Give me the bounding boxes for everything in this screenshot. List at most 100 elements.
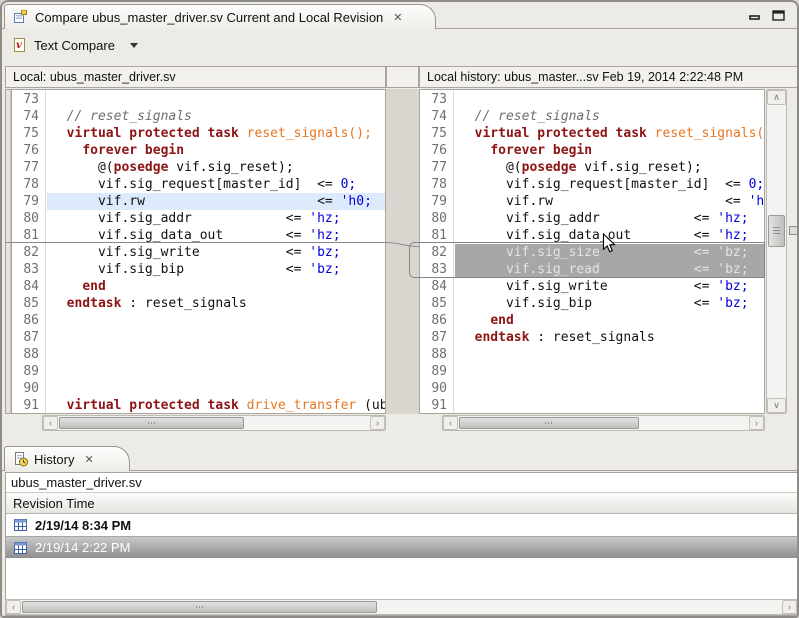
code-line[interactable]: end (455, 312, 764, 329)
compare-minmax (749, 10, 785, 21)
line-number: 87 (420, 329, 452, 346)
revision-time-column-header[interactable]: Revision Time (6, 492, 797, 514)
code-line[interactable]: vif.sig_addr <= 'hz; (455, 210, 764, 227)
code-line[interactable]: endtask : reset_signals (455, 329, 764, 346)
viewer-selector[interactable]: v Text Compare (12, 37, 138, 53)
right-code-lines[interactable]: // reset_signals virtual protected task … (455, 91, 764, 414)
code-line[interactable]: vif.sig_request[master_id] <= 0; (47, 176, 385, 193)
overview-ruler[interactable] (788, 89, 798, 414)
history-file-label: ubus_master_driver.sv (6, 473, 797, 492)
line-number: 83 (420, 261, 452, 278)
code-line[interactable]: // reset_signals (47, 108, 385, 125)
code-line[interactable]: vif.sig_addr <= 'hz; (47, 210, 385, 227)
left-hscroll-thumb[interactable] (59, 417, 244, 429)
code-line[interactable] (455, 397, 764, 414)
history-hscroll-right-button[interactable]: › (782, 600, 797, 614)
viewer-dropdown-icon[interactable] (130, 43, 138, 48)
maximize-icon[interactable] (772, 10, 785, 21)
left-number-separator (45, 90, 46, 413)
code-line[interactable]: virtual protected task reset_signals(); (455, 125, 764, 142)
line-number: 73 (12, 91, 44, 108)
left-code-pane[interactable]: 73747576777879808182838485868788899091 /… (11, 89, 386, 414)
eclipse-window: Compare ubus_master_driver.sv Current an… (0, 0, 799, 618)
compare-editor-icon (13, 9, 29, 25)
compare-editor-tab[interactable]: Compare ubus_master_driver.sv Current an… (4, 4, 436, 29)
right-hscroll-left-button[interactable]: ‹ (443, 416, 458, 430)
code-line[interactable]: vif.sig_request[master_id] <= 0; (455, 176, 764, 193)
line-number: 84 (12, 278, 44, 295)
vertical-scrollbar-thumb[interactable] (768, 215, 785, 247)
code-line[interactable] (47, 363, 385, 380)
code-line[interactable] (47, 329, 385, 346)
revision-time: 2/19/14 2:22 PM (35, 540, 130, 555)
revision-row[interactable]: 2/19/14 8:34 PM (6, 514, 797, 536)
svg-text:v: v (16, 40, 22, 51)
history-tab[interactable]: History ✕ (4, 446, 130, 471)
right-code-pane[interactable]: 73747576777879808182838485868788899091 /… (419, 89, 765, 414)
line-number: 87 (12, 329, 44, 346)
left-hscroll-right-button[interactable]: › (370, 416, 385, 430)
vertical-scrollbar[interactable]: ∧ ∨ (766, 89, 787, 414)
code-line[interactable]: vif.sig_data_out <= 'hz; (455, 227, 764, 244)
code-line[interactable]: vif.sig_write <= 'bz; (47, 244, 385, 261)
code-line[interactable]: vif.sig_bip <= 'bz; (47, 261, 385, 278)
code-line[interactable]: vif.sig_size <= 'bz; (455, 244, 764, 261)
line-number: 77 (12, 159, 44, 176)
left-hscroll-left-button[interactable]: ‹ (43, 416, 58, 430)
history-hscroll-thumb[interactable] (22, 601, 377, 613)
code-line[interactable] (455, 91, 764, 108)
code-line[interactable]: // reset_signals (455, 108, 764, 125)
history-hscroll-left-button[interactable]: ‹ (6, 600, 21, 614)
line-number: 75 (420, 125, 452, 142)
right-hscroll-thumb[interactable] (459, 417, 639, 429)
overview-diff-marker[interactable] (789, 226, 798, 235)
history-horizontal-scrollbar[interactable]: ‹ › (5, 599, 798, 615)
code-line[interactable]: vif.sig_read <= 'bz; (455, 261, 764, 278)
code-line[interactable]: vif.sig_bip <= 'bz; (455, 295, 764, 312)
line-number: 75 (12, 125, 44, 142)
right-horizontal-scrollbar[interactable]: ‹ › (442, 415, 765, 431)
line-number: 91 (420, 397, 452, 414)
left-insertion-line (11, 242, 386, 243)
code-line[interactable]: end (47, 278, 385, 295)
left-code-lines[interactable]: // reset_signals virtual protected task … (47, 91, 385, 414)
line-number: 74 (420, 108, 452, 125)
minimize-icon[interactable] (749, 10, 762, 21)
code-line[interactable] (455, 363, 764, 380)
code-line[interactable]: forever begin (455, 142, 764, 159)
code-line[interactable]: endtask : reset_signals (47, 295, 385, 312)
code-line[interactable] (455, 380, 764, 397)
code-line[interactable]: vif.rw <= 'h0; (455, 193, 764, 210)
line-number: 90 (420, 380, 452, 397)
code-line[interactable]: @(posedge vif.sig_reset); (455, 159, 764, 176)
revision-icon (14, 519, 27, 531)
compare-tab-close-icon[interactable]: ✕ (393, 11, 402, 24)
right-hscroll-right-button[interactable]: › (749, 416, 764, 430)
code-line[interactable]: @(posedge vif.sig_reset); (47, 159, 385, 176)
code-line[interactable] (47, 91, 385, 108)
line-number: 88 (12, 346, 44, 363)
code-line[interactable] (455, 346, 764, 363)
code-line[interactable]: vif.sig_write <= 'bz; (455, 278, 764, 295)
line-number: 79 (12, 193, 44, 210)
code-line[interactable]: virtual protected task reset_signals(); (47, 125, 385, 142)
left-horizontal-scrollbar[interactable]: ‹ › (42, 415, 386, 431)
line-number: 76 (420, 142, 452, 159)
history-tab-close-icon[interactable]: ✕ (84, 453, 93, 466)
code-line[interactable]: forever begin (47, 142, 385, 159)
line-number: 86 (12, 312, 44, 329)
code-line[interactable] (47, 346, 385, 363)
scroll-down-button[interactable]: ∨ (767, 398, 786, 413)
text-compare-icon: v (12, 37, 27, 53)
code-line[interactable]: vif.rw <= 'h0; (47, 193, 385, 210)
code-line[interactable] (47, 312, 385, 329)
code-line[interactable] (47, 380, 385, 397)
line-number: 88 (420, 346, 452, 363)
diff-connector-gutter (386, 89, 419, 414)
code-line[interactable]: virtual protected task drive_transfer (u… (47, 397, 385, 414)
revision-row[interactable]: 2/19/14 2:22 PM (6, 536, 797, 558)
line-number: 77 (420, 159, 452, 176)
scroll-up-button[interactable]: ∧ (767, 90, 786, 105)
compare-toolbar: v Text Compare (2, 30, 797, 64)
line-number: 82 (420, 244, 452, 261)
